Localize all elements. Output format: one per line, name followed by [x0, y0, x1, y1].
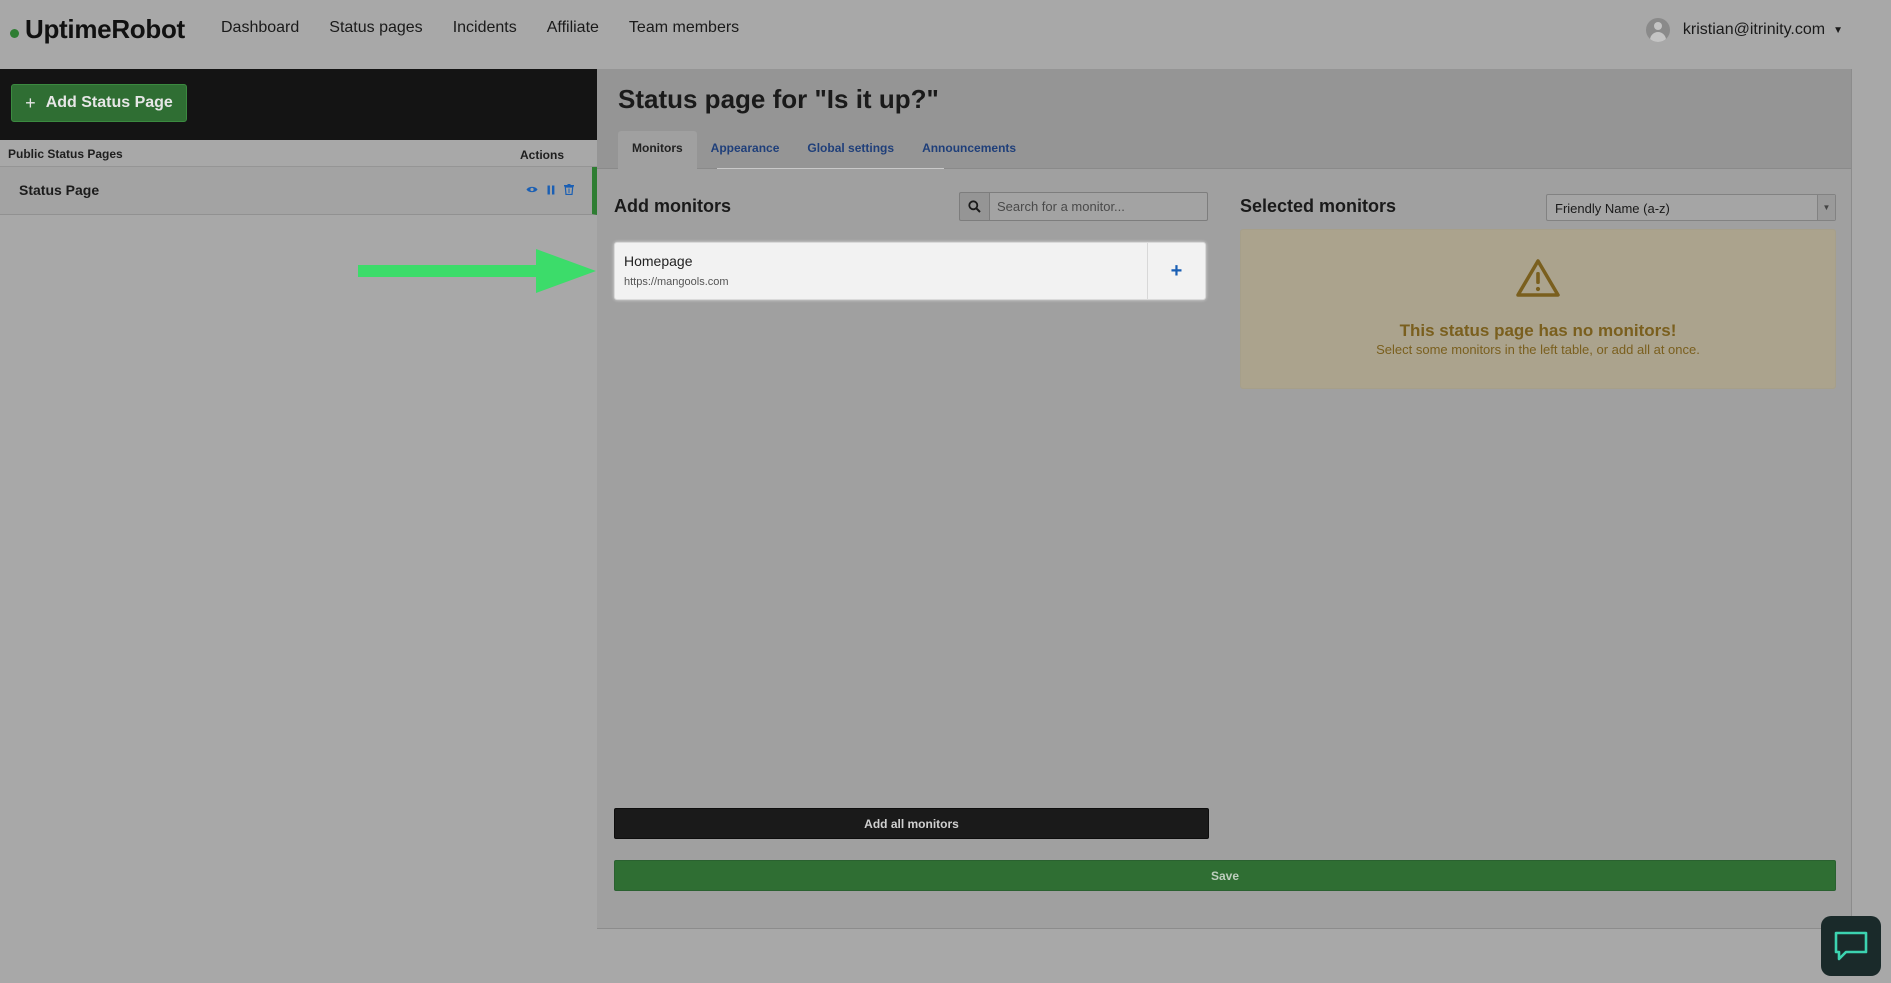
empty-notice-subtitle: Select some monitors in the left table, …	[1376, 342, 1700, 357]
column-header-actions: Actions	[520, 148, 565, 162]
monitor-search	[959, 192, 1208, 221]
tab-appearance[interactable]: Appearance	[697, 131, 794, 170]
empty-notice-title: This status page has no monitors!	[1399, 321, 1677, 340]
nav-item-dashboard[interactable]: Dashboard	[221, 19, 299, 37]
user-email: kristian@itrinity.com	[1682, 21, 1826, 38]
tab-monitors[interactable]: Monitors	[618, 131, 697, 170]
monitor-url: https://mangools.com	[624, 276, 729, 288]
tab-announcements[interactable]: Announcements	[908, 131, 1030, 170]
status-page-editor: Status page for "Is it up?" Monitors App…	[597, 69, 1852, 929]
add-monitor-button[interactable]: +	[1147, 243, 1205, 299]
eye-icon[interactable]	[526, 185, 538, 194]
sidebar-header: + Add Status Page	[0, 69, 597, 140]
add-status-page-button[interactable]: + Add Status Page	[11, 84, 187, 122]
chat-bubble-icon	[1834, 931, 1868, 961]
sort-select-value: Friendly Name (a-z)	[1555, 201, 1670, 216]
selected-monitors-title: Selected monitors	[1240, 196, 1397, 216]
column-header-pages: Public Status Pages	[8, 147, 123, 161]
brand-name: UptimeRobot	[25, 14, 185, 44]
brand-dot-icon	[10, 29, 19, 38]
tab-global-settings[interactable]: Global settings	[793, 131, 908, 170]
user-avatar-icon	[1645, 18, 1670, 42]
user-menu[interactable]: kristian@itrinity.com ▼	[1645, 18, 1843, 42]
status-pages-sidebar: + Add Status Page Public Status Pages Ac…	[0, 69, 597, 983]
save-button[interactable]: Save	[614, 860, 1836, 891]
status-page-name: Status Page	[19, 182, 100, 198]
add-monitors-title: Add monitors	[614, 196, 731, 216]
caret-down-icon: ▼	[1833, 24, 1843, 36]
top-navigation: UptimeRobot Dashboard Status pages Incid…	[0, 0, 1891, 69]
status-page-row[interactable]: Status Page	[0, 167, 597, 215]
status-page-actions	[526, 184, 574, 195]
monitor-item[interactable]: Homepage https://mangools.com +	[614, 242, 1206, 300]
warning-triangle-icon	[1516, 259, 1560, 297]
main-nav: Dashboard Status pages Incidents Affilia…	[221, 19, 739, 37]
add-all-monitors-button[interactable]: Add all monitors	[614, 808, 1209, 839]
monitor-search-input[interactable]	[989, 192, 1208, 221]
pause-icon[interactable]	[547, 185, 555, 195]
add-status-page-label: Add Status Page	[45, 94, 173, 111]
brand-logo[interactable]: UptimeRobot	[10, 14, 185, 45]
tab-underline	[717, 168, 944, 169]
page-title: Status page for "Is it up?"	[618, 84, 939, 114]
empty-monitors-notice: This status page has no monitors! Select…	[1240, 229, 1836, 389]
status-pages-table-header: Public Status Pages Actions	[0, 140, 597, 167]
monitor-name: Homepage	[624, 253, 693, 269]
nav-item-affiliate[interactable]: Affiliate	[547, 19, 599, 37]
arrow-right-icon	[358, 249, 596, 293]
trash-icon[interactable]	[564, 184, 574, 195]
search-icon[interactable]	[959, 192, 989, 221]
chevron-down-icon: ▼	[1817, 195, 1835, 220]
nav-item-team-members[interactable]: Team members	[629, 19, 739, 37]
chat-widget-button[interactable]	[1821, 916, 1881, 976]
nav-item-status-pages[interactable]: Status pages	[329, 19, 422, 37]
plus-icon: +	[25, 92, 36, 113]
sort-select[interactable]: Friendly Name (a-z) ▼	[1546, 194, 1836, 221]
editor-header: Status page for "Is it up?" Monitors App…	[597, 69, 1851, 170]
editor-tabs: Monitors Appearance Global settings Anno…	[618, 131, 1030, 170]
nav-item-incidents[interactable]: Incidents	[453, 19, 517, 37]
